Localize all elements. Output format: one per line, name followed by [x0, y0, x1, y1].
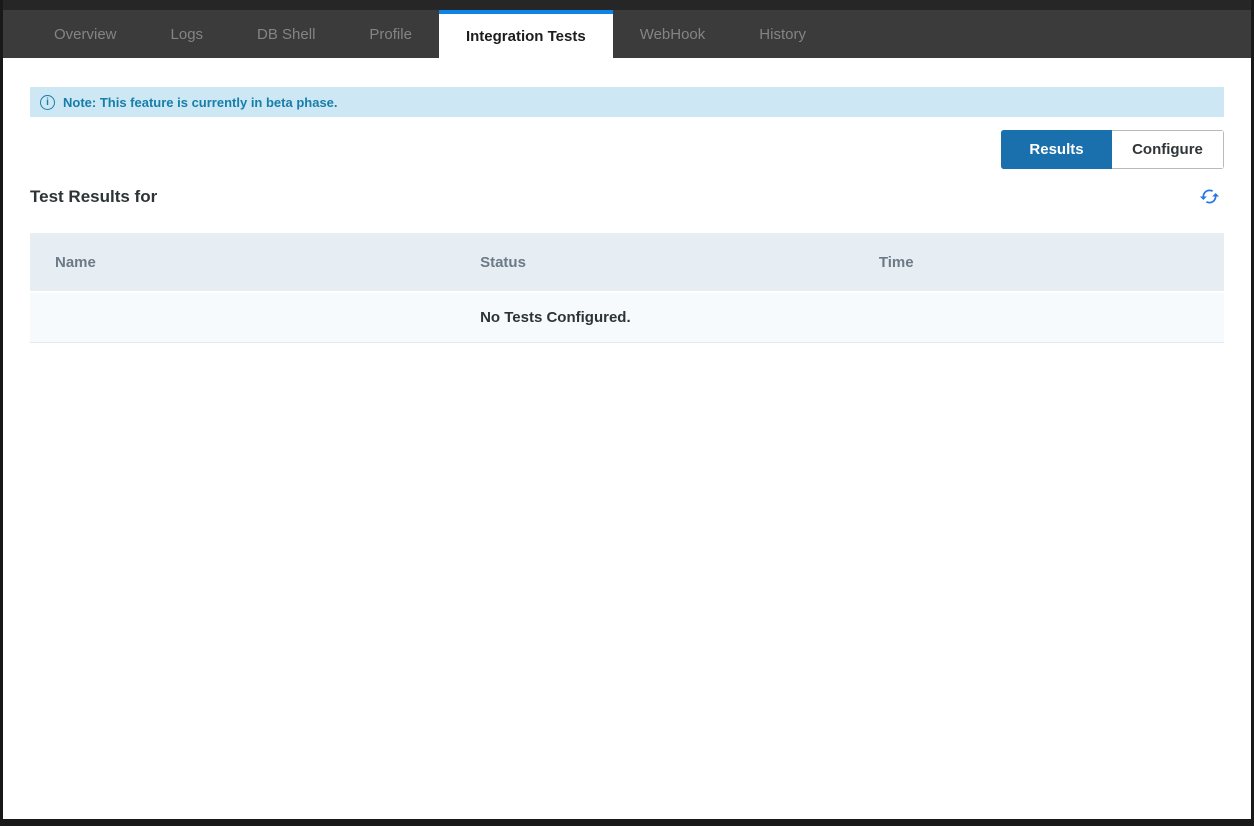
refresh-icon	[1199, 186, 1220, 207]
beta-note-banner: i Note: This feature is currently in bet…	[30, 87, 1224, 117]
window-top-strip	[3, 0, 1251, 10]
refresh-button[interactable]	[1199, 186, 1220, 207]
table-empty-row: No Tests Configured.	[30, 291, 1224, 343]
configure-button[interactable]: Configure	[1112, 130, 1224, 169]
empty-state-message: No Tests Configured.	[455, 309, 854, 327]
tab-db-shell[interactable]: DB Shell	[230, 10, 342, 58]
table-header-row: Name Status Time	[30, 233, 1224, 291]
tab-history[interactable]: History	[732, 10, 833, 58]
column-header-status: Status	[455, 254, 854, 271]
app-window: Overview Logs DB Shell Profile Integrati…	[0, 0, 1254, 826]
empty-state-text: No Tests Configured.	[480, 309, 631, 326]
tab-overview[interactable]: Overview	[27, 10, 144, 58]
page-title: Test Results for	[30, 187, 157, 207]
heading-row: Test Results for	[30, 186, 1224, 207]
main-tab-bar: Overview Logs DB Shell Profile Integrati…	[3, 10, 1251, 58]
info-circle-icon: i	[40, 95, 55, 110]
results-button[interactable]: Results	[1001, 130, 1112, 169]
view-toggle-group: Results Configure	[1001, 130, 1224, 169]
column-header-time: Time	[854, 254, 1224, 271]
column-header-name: Name	[30, 254, 455, 271]
view-toggle-row: Results Configure	[30, 130, 1224, 169]
tab-logs[interactable]: Logs	[144, 10, 231, 58]
beta-note-text: Note: This feature is currently in beta …	[63, 95, 338, 110]
test-results-table: Name Status Time No Tests Configured.	[30, 233, 1224, 343]
tab-webhook[interactable]: WebHook	[613, 10, 733, 58]
tab-profile[interactable]: Profile	[342, 10, 439, 58]
tab-integration-tests[interactable]: Integration Tests	[439, 10, 613, 58]
